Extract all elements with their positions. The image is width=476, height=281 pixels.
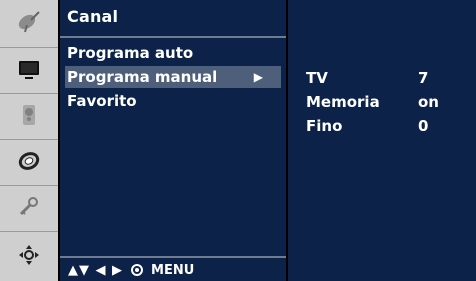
menu-item-programa-manual[interactable]: Programa manual ▶: [65, 66, 281, 88]
menu-title: Canal: [67, 7, 119, 26]
ok-button-icon: [131, 264, 144, 276]
menu-item-programa-auto[interactable]: Programa auto: [65, 42, 281, 64]
navigation-arrows-icon: ▲▼ ◀ ▶: [68, 262, 124, 278]
rail-cell-picture[interactable]: [0, 48, 58, 94]
menu-label: MENU: [151, 262, 195, 278]
satellite-dish-icon: [15, 8, 43, 40]
detail-value: 7: [418, 69, 429, 87]
menu-bottom-divider: [60, 256, 286, 258]
rail-cell-channel[interactable]: [0, 0, 58, 48]
detail-panel: TV 7 Memoria on Fino 0: [288, 0, 476, 281]
menu-item-label: Programa manual: [67, 68, 218, 86]
menu-top-divider: [60, 36, 286, 38]
detail-row-tv: TV 7: [306, 66, 476, 90]
screen-icon: [15, 55, 43, 87]
channel-menu-panel: Canal Programa auto Programa manual ▶ Fa…: [60, 0, 286, 281]
speaker-icon: [15, 101, 43, 133]
menu-item-favorito[interactable]: Favorito: [65, 90, 281, 112]
joystick-icon: [15, 241, 43, 273]
menu-item-label: Favorito: [67, 92, 137, 110]
detail-value: 0: [418, 117, 429, 135]
rail-cell-special[interactable]: [0, 186, 58, 232]
tv-osd-screen: Canal Programa auto Programa manual ▶ Fa…: [0, 0, 476, 281]
detail-label: Memoria: [306, 93, 380, 111]
detail-row-memoria: Memoria on: [306, 90, 476, 114]
detail-value: on: [418, 93, 439, 111]
detail-label: TV: [306, 69, 328, 87]
key-icon: [15, 193, 43, 225]
clock-icon: [15, 147, 43, 179]
rail-cell-screen[interactable]: [0, 232, 58, 281]
menu-footer: ▲▼ ◀ ▶ MENU: [68, 259, 194, 281]
chevron-right-icon: ▶: [253, 70, 263, 84]
detail-row-fino: Fino 0: [306, 114, 476, 138]
menu-item-label: Programa auto: [67, 44, 194, 62]
rail-cell-time[interactable]: [0, 140, 58, 186]
detail-label: Fino: [306, 117, 343, 135]
rail-cell-sound[interactable]: [0, 94, 58, 140]
left-icon-rail: [0, 0, 60, 281]
